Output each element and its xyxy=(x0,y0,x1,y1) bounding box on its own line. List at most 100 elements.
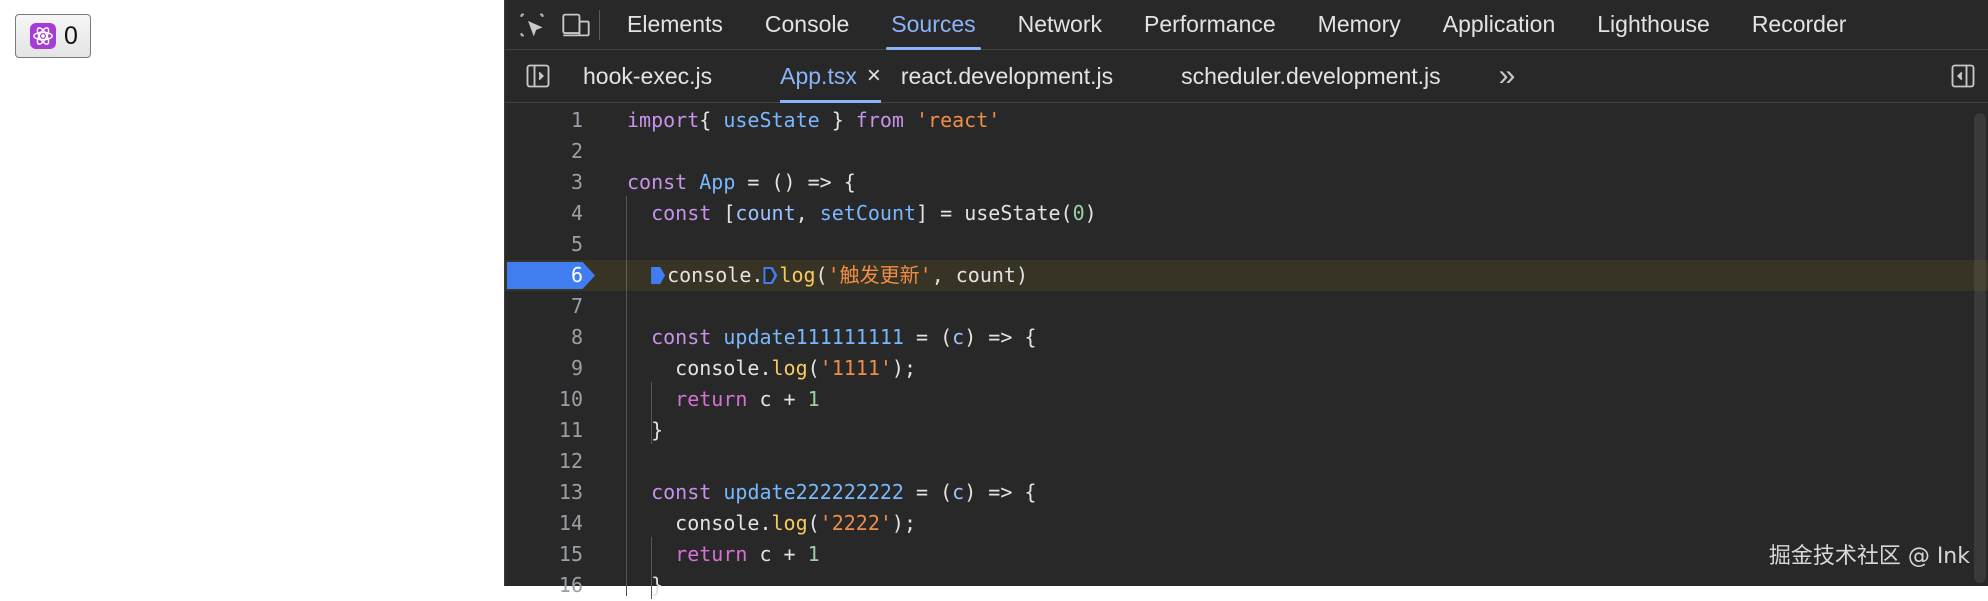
file-tab-label: App.tsx xyxy=(780,62,857,89)
tab-application[interactable]: Application xyxy=(1422,0,1577,49)
tab-console[interactable]: Console xyxy=(744,0,870,49)
code-line: 8 const update111111111 = (c) => { xyxy=(505,322,1988,353)
code-token: console. xyxy=(627,356,772,380)
code-token: 1 xyxy=(807,387,820,411)
close-icon[interactable]: × xyxy=(867,62,881,90)
code-editor[interactable]: 1 import{ useState } from 'react' 2 3 const … xyxy=(505,103,1988,599)
line-number[interactable]: 9 xyxy=(505,353,583,384)
tab-sources[interactable]: Sources xyxy=(870,0,996,50)
code-text: return c + 1 xyxy=(627,539,820,570)
code-token: ); xyxy=(891,356,917,380)
code-token: count xyxy=(735,201,796,225)
counter-button[interactable]: 0 xyxy=(15,14,91,58)
code-token: return xyxy=(675,387,748,411)
tab-recorder[interactable]: Recorder xyxy=(1731,0,1868,49)
line-number[interactable]: 7 xyxy=(505,291,583,322)
code-token: App xyxy=(699,170,736,194)
code-text: const update111111111 = (c) => { xyxy=(627,322,1036,353)
line-number[interactable]: 6 xyxy=(505,260,583,291)
code-line: 7 xyxy=(505,291,1988,322)
file-tab-hook-exec[interactable]: hook-exec.js xyxy=(583,50,712,102)
line-number[interactable]: 15 xyxy=(505,539,583,570)
inspect-element-icon[interactable] xyxy=(515,8,549,42)
line-number[interactable]: 14 xyxy=(505,508,583,539)
code-token: } xyxy=(627,418,664,442)
devtools-panel: Elements Console Sources Network Perform… xyxy=(504,0,1988,599)
tab-elements[interactable]: Elements xyxy=(606,0,744,49)
code-token: ) => { xyxy=(964,325,1037,349)
code-token: import xyxy=(627,108,700,132)
watermark-text: 掘金技术社区 @ Ink xyxy=(1768,544,1970,569)
code-token: c xyxy=(952,480,965,504)
code-token: setCount xyxy=(819,201,917,225)
inline-breakpoint-outline-icon[interactable] xyxy=(763,267,778,284)
tab-lighthouse[interactable]: Lighthouse xyxy=(1576,0,1731,49)
code-token: useState xyxy=(723,108,820,132)
file-tab-scheduler-development[interactable]: scheduler.development.js xyxy=(1181,50,1441,102)
file-tab-app-tsx[interactable]: App.tsx × xyxy=(780,50,881,103)
code-token: console. xyxy=(667,263,764,287)
code-line: 10 return c + 1 xyxy=(505,384,1988,415)
toggle-debugger-icon[interactable] xyxy=(1946,59,1980,93)
code-token: c xyxy=(952,325,965,349)
code-token: const xyxy=(627,170,688,194)
code-token: c + xyxy=(747,387,808,411)
device-toolbar-icon[interactable] xyxy=(559,8,593,42)
code-token: ( xyxy=(807,511,820,535)
code-token: update111111111 xyxy=(723,325,904,349)
code-token: console. xyxy=(627,511,772,535)
line-number[interactable]: 2 xyxy=(505,136,583,167)
tab-network[interactable]: Network xyxy=(997,0,1123,49)
line-number[interactable]: 3 xyxy=(505,167,583,198)
code-token: const xyxy=(651,325,712,349)
code-text: const App = () => { xyxy=(627,167,856,198)
line-number[interactable]: 1 xyxy=(505,105,583,136)
code-token: ) xyxy=(1084,201,1097,225)
code-token: c + xyxy=(747,542,808,566)
code-token: ] = useState( xyxy=(916,201,1073,225)
code-text: return c + 1 xyxy=(627,384,820,415)
code-token: ); xyxy=(891,511,917,535)
toggle-navigator-icon[interactable] xyxy=(521,59,555,93)
line-number[interactable]: 5 xyxy=(505,229,583,260)
line-number[interactable]: 13 xyxy=(505,477,583,508)
source-file-tabs: hook-exec.js App.tsx × react.development… xyxy=(505,50,1988,103)
code-text: } xyxy=(627,415,663,446)
code-token: { xyxy=(699,108,724,132)
code-token: '1111' xyxy=(819,356,892,380)
code-line: 3 const App = () => { xyxy=(505,167,1988,198)
code-token: ( xyxy=(807,356,820,380)
code-token: update222222222 xyxy=(723,480,904,504)
code-line: 12 xyxy=(505,446,1988,477)
tab-performance[interactable]: Performance xyxy=(1123,0,1297,49)
file-tab-react-development[interactable]: react.development.js xyxy=(901,50,1113,102)
code-token: const xyxy=(651,480,712,504)
line-number[interactable]: 11 xyxy=(505,415,583,446)
code-token: } xyxy=(627,573,664,597)
line-number[interactable]: 4 xyxy=(505,198,583,229)
code-token: [ xyxy=(711,201,736,225)
code-token: 0 xyxy=(1072,201,1085,225)
more-tabs-chevron-icon[interactable]: » xyxy=(1499,50,1516,102)
code-token: 'react' xyxy=(903,108,1001,132)
code-token: ( xyxy=(815,263,828,287)
line-number[interactable]: 12 xyxy=(505,446,583,477)
code-token: , count) xyxy=(931,263,1029,287)
code-token: '2222' xyxy=(819,511,892,535)
line-number[interactable]: 10 xyxy=(505,384,583,415)
code-line: 2 xyxy=(505,136,1988,167)
code-line: 4 const [count, setCount] = useState(0) xyxy=(505,198,1988,229)
line-number[interactable]: 8 xyxy=(505,322,583,353)
tab-memory[interactable]: Memory xyxy=(1297,0,1422,49)
code-text: import{ useState } from 'react' xyxy=(627,105,1000,136)
code-token: log xyxy=(771,511,808,535)
code-line: 15 return c + 1 xyxy=(505,539,1988,570)
code-line: 13 const update222222222 = (c) => { xyxy=(505,477,1988,508)
code-token: } xyxy=(819,108,856,132)
inline-breakpoint-icon[interactable] xyxy=(651,267,666,284)
code-token: return xyxy=(675,542,748,566)
